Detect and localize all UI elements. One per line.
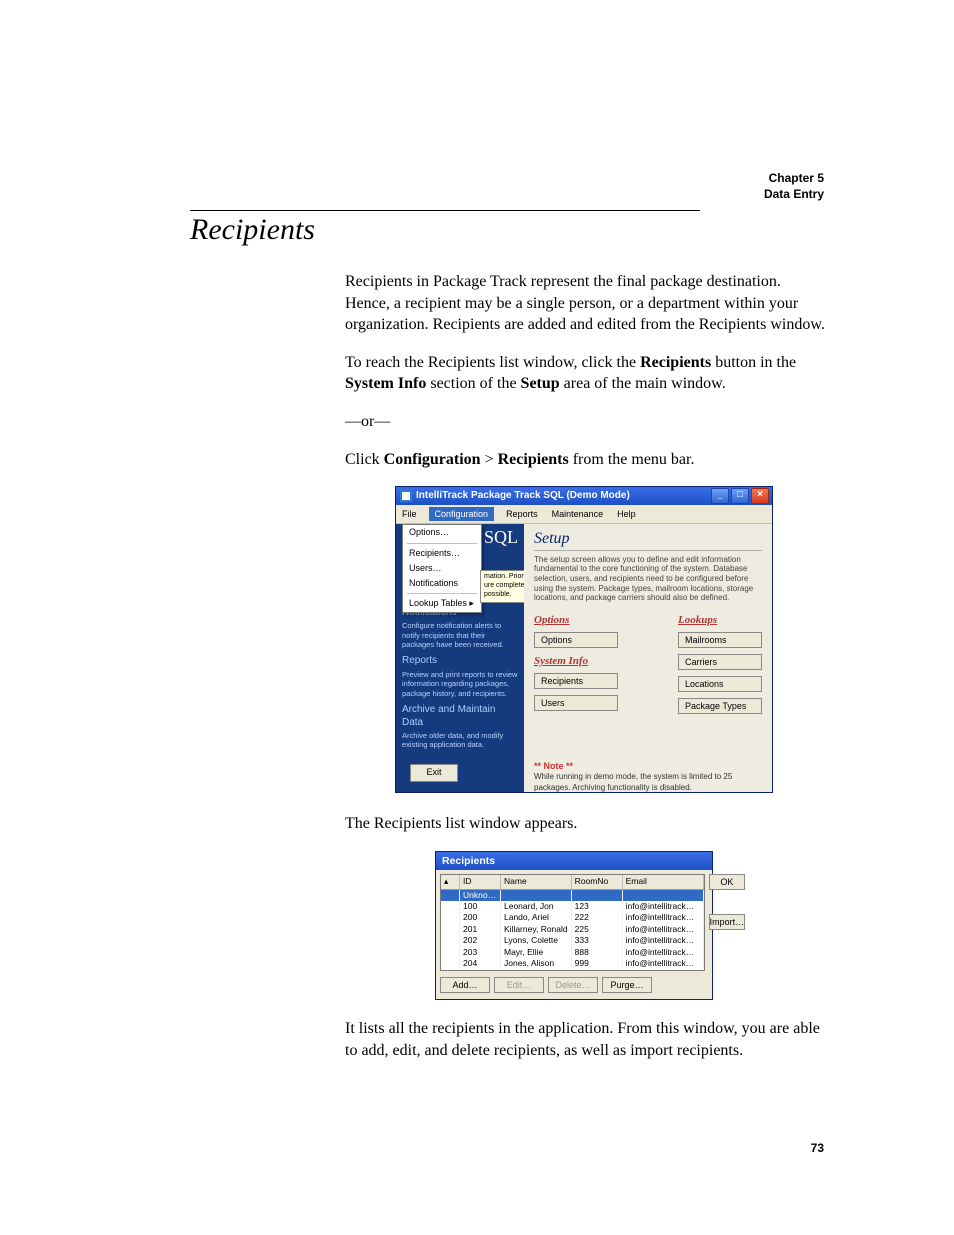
- or-separator: —or—: [345, 411, 825, 433]
- maximize-button[interactable]: □: [731, 488, 749, 504]
- menu-maintenance[interactable]: Maintenance: [550, 507, 606, 521]
- menuitem-lookup-tables[interactable]: Lookup Tables ▸: [403, 596, 481, 611]
- ok-button[interactable]: OK: [709, 874, 746, 890]
- menuitem-users[interactable]: Users…: [403, 561, 481, 576]
- delete-button[interactable]: Delete…: [548, 977, 598, 993]
- mailrooms-button[interactable]: Mailrooms: [678, 632, 762, 648]
- package-types-button[interactable]: Package Types: [678, 698, 762, 714]
- table-row[interactable]: 200Lando, Ariel222info@intellitrack…: [441, 912, 704, 923]
- section-label: Data Entry: [764, 186, 824, 202]
- setup-title: Setup: [534, 528, 762, 551]
- main-panel: Setup The setup screen allows you to def…: [524, 524, 772, 792]
- side-text-archive: Archive older data, and modify existing …: [402, 731, 518, 750]
- list-titlebar: Recipients: [436, 852, 712, 870]
- app-window-screenshot: IntelliTrack Package Track SQL (Demo Mod…: [395, 486, 773, 793]
- edit-button[interactable]: Edit…: [494, 977, 544, 993]
- configuration-dropdown: Options… Recipients… Users… Notification…: [402, 524, 482, 612]
- table-row[interactable]: 202Lyons, Colette333info@intellitrack…: [441, 935, 704, 946]
- side-panel: Pa SQL Options… Recipients… Users… Notif…: [396, 524, 524, 792]
- col-email[interactable]: Email: [623, 875, 704, 888]
- import-button[interactable]: Import…: [709, 914, 746, 930]
- chapter-label: Chapter 5: [764, 170, 824, 186]
- menuitem-options[interactable]: Options…: [403, 525, 481, 540]
- menu-separator: [407, 593, 477, 594]
- section-rule: [190, 210, 700, 211]
- sort-icon[interactable]: ▴: [441, 875, 460, 888]
- close-button[interactable]: ×: [751, 488, 769, 504]
- instruction-paragraph-2: Click Configuration > Recipients from th…: [345, 449, 825, 471]
- page-number: 73: [811, 1141, 824, 1155]
- section-title: Recipients: [190, 213, 824, 247]
- col-room[interactable]: RoomNo: [572, 875, 623, 888]
- instruction-paragraph-1: To reach the Recipients list window, cli…: [345, 352, 825, 395]
- side-text-notifications: Configure notification alerts to notify …: [402, 621, 518, 649]
- table-row[interactable]: 201Killarney, Ronald225info@intellitrack…: [441, 924, 704, 935]
- carriers-button[interactable]: Carriers: [678, 654, 762, 670]
- window-title: IntelliTrack Package Track SQL (Demo Mod…: [416, 489, 630, 503]
- options-button[interactable]: Options: [534, 632, 618, 648]
- running-header: Chapter 5 Data Entry: [764, 170, 824, 202]
- side-head-reports: Reports: [402, 655, 518, 668]
- result-paragraph: The Recipients list window appears.: [345, 813, 825, 835]
- col-name[interactable]: Name: [501, 875, 572, 888]
- setup-description: The setup screen allows you to define an…: [534, 555, 762, 603]
- menubar: File Configuration Reports Maintenance H…: [396, 505, 772, 524]
- users-button[interactable]: Users: [534, 695, 618, 711]
- table-row[interactable]: 203Mayr, Ellie888info@intellitrack…: [441, 947, 704, 958]
- table-row[interactable]: 204Jones, Alison999info@intellitrack…: [441, 958, 704, 969]
- app-icon: [400, 490, 412, 502]
- minimize-button[interactable]: _: [711, 488, 729, 504]
- menu-help[interactable]: Help: [615, 507, 638, 521]
- menuitem-recipients[interactable]: Recipients…: [403, 546, 481, 561]
- purge-button[interactable]: Purge…: [602, 977, 652, 993]
- list-description-paragraph: It lists all the recipients in the appli…: [345, 1018, 825, 1061]
- menuitem-notifications[interactable]: Notifications: [403, 576, 481, 591]
- intro-paragraph: Recipients in Package Track represent th…: [345, 271, 825, 336]
- exit-button[interactable]: Exit: [410, 764, 458, 782]
- grid-header: ▴ ID Name RoomNo Email: [441, 875, 704, 889]
- options-heading: Options: [534, 613, 618, 628]
- note-text: While running in demo mode, the system i…: [534, 772, 762, 794]
- side-head-archive: Archive and Maintain Data: [402, 704, 518, 729]
- table-row[interactable]: 100Leonard, Jon123info@intellitrack…: [441, 901, 704, 912]
- note-heading: ** Note **: [534, 760, 762, 772]
- locations-button[interactable]: Locations: [678, 676, 762, 692]
- menu-configuration[interactable]: Configuration: [429, 507, 495, 521]
- sysinfo-heading: System Info: [534, 654, 618, 669]
- recipients-button[interactable]: Recipients: [534, 673, 618, 689]
- recipients-grid[interactable]: ▴ ID Name RoomNo Email Unkno…100Leonard,…: [440, 874, 705, 971]
- side-text-reports: Preview and print reports to review info…: [402, 670, 518, 698]
- recipients-list-screenshot: Recipients ▴ ID Name RoomNo Email Unkno……: [435, 851, 713, 1000]
- col-id[interactable]: ID: [460, 875, 501, 888]
- menu-file[interactable]: File: [400, 507, 419, 521]
- lookups-heading: Lookups: [678, 613, 762, 628]
- table-row[interactable]: Unkno…: [441, 890, 704, 901]
- menu-reports[interactable]: Reports: [504, 507, 540, 521]
- add-button[interactable]: Add…: [440, 977, 490, 993]
- titlebar: IntelliTrack Package Track SQL (Demo Mod…: [396, 487, 772, 505]
- menu-separator: [407, 543, 477, 544]
